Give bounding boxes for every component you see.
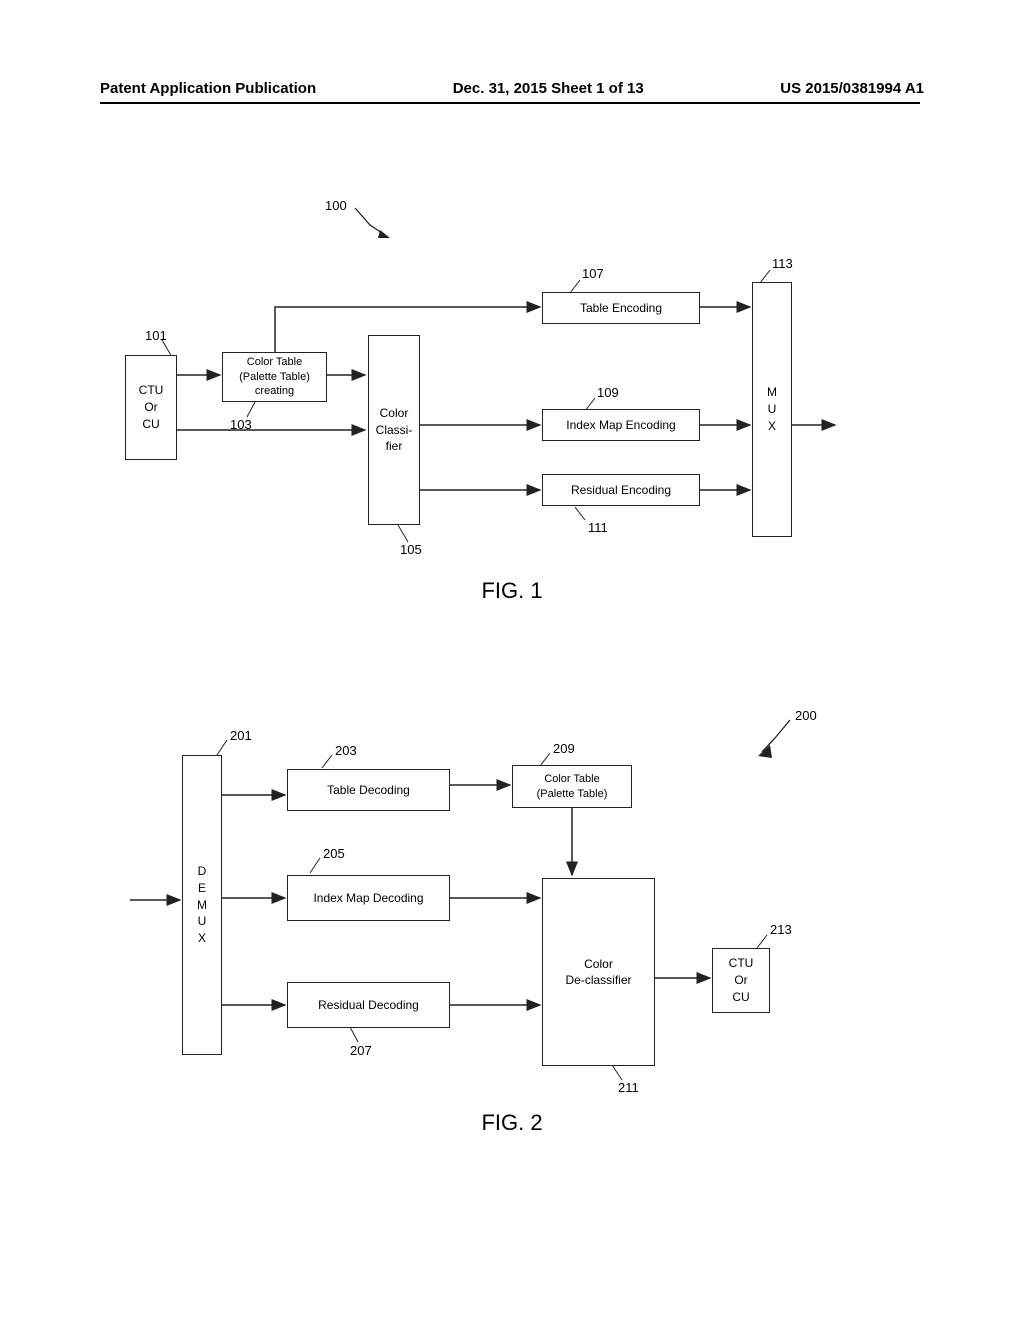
table-decoding-text: Table Decoding <box>327 782 410 798</box>
ctu-text: CTU Or CU <box>139 382 164 432</box>
label-201: 201 <box>230 728 252 743</box>
label-111: 111 <box>588 520 608 535</box>
label-109: 109 <box>597 385 619 400</box>
label-100: 100 <box>325 198 347 213</box>
index-map-decoding-text: Index Map Decoding <box>313 890 423 906</box>
ctu-or-cu-out-block: CTU Or CU <box>712 948 770 1013</box>
table-decoding-block: Table Decoding <box>287 769 450 811</box>
index-map-encoding-text: Index Map Encoding <box>566 417 675 433</box>
color-classifier-block: Color Classi- fier <box>368 335 420 525</box>
residual-decoding-block: Residual Decoding <box>287 982 450 1028</box>
ctu-or-cu-block: CTU Or CU <box>125 355 177 460</box>
label-211: 211 <box>618 1080 639 1095</box>
fig1-caption: FIG. 1 <box>0 578 1024 604</box>
label-103: 103 <box>230 417 252 432</box>
page-header: Patent Application Publication Dec. 31, … <box>100 80 924 97</box>
fig2-caption: FIG. 2 <box>0 1110 1024 1136</box>
label-113: 113 <box>772 256 793 271</box>
fig2-svg <box>0 680 1024 1150</box>
table-encoding-text: Table Encoding <box>580 300 662 316</box>
index-map-decoding-block: Index Map Decoding <box>287 875 450 921</box>
index-map-encoding-block: Index Map Encoding <box>542 409 700 441</box>
header-center: Dec. 31, 2015 Sheet 1 of 13 <box>453 80 644 97</box>
residual-encoding-text: Residual Encoding <box>571 482 671 498</box>
figure-1: CTU Or CU Color Table (Palette Table) cr… <box>0 180 1024 610</box>
label-105: 105 <box>400 542 422 557</box>
header-rule <box>100 102 920 104</box>
label-203: 203 <box>335 743 357 758</box>
ctu-out-text: CTU Or CU <box>729 955 754 1005</box>
label-213: 213 <box>770 922 792 937</box>
label-207: 207 <box>350 1043 372 1058</box>
residual-encoding-block: Residual Encoding <box>542 474 700 506</box>
color-classifier-text: Color Classi- fier <box>376 405 413 455</box>
mux-text: M U X <box>767 384 777 434</box>
label-107: 107 <box>582 266 604 281</box>
table-encoding-block: Table Encoding <box>542 292 700 324</box>
demux-text: D E M U X <box>197 863 207 947</box>
figure-2: D E M U X Table Decoding Index Map Decod… <box>0 680 1024 1150</box>
label-200: 200 <box>795 708 817 723</box>
label-209: 209 <box>553 741 575 756</box>
demux-block: D E M U X <box>182 755 222 1055</box>
header-right: US 2015/0381994 A1 <box>780 80 924 97</box>
label-205: 205 <box>323 846 345 861</box>
header-left: Patent Application Publication <box>100 80 316 97</box>
mux-block: M U X <box>752 282 792 537</box>
color-table-creating-block: Color Table (Palette Table) creating <box>222 352 327 402</box>
label-101: 101 <box>145 328 167 343</box>
residual-decoding-text: Residual Decoding <box>318 997 419 1013</box>
color-table-creating-text: Color Table (Palette Table) creating <box>239 355 310 400</box>
color-declassifier-text: Color De-classifier <box>565 956 631 988</box>
color-declassifier-block: Color De-classifier <box>542 878 655 1066</box>
color-table-block: Color Table (Palette Table) <box>512 765 632 808</box>
color-table-text: Color Table (Palette Table) <box>537 772 608 802</box>
